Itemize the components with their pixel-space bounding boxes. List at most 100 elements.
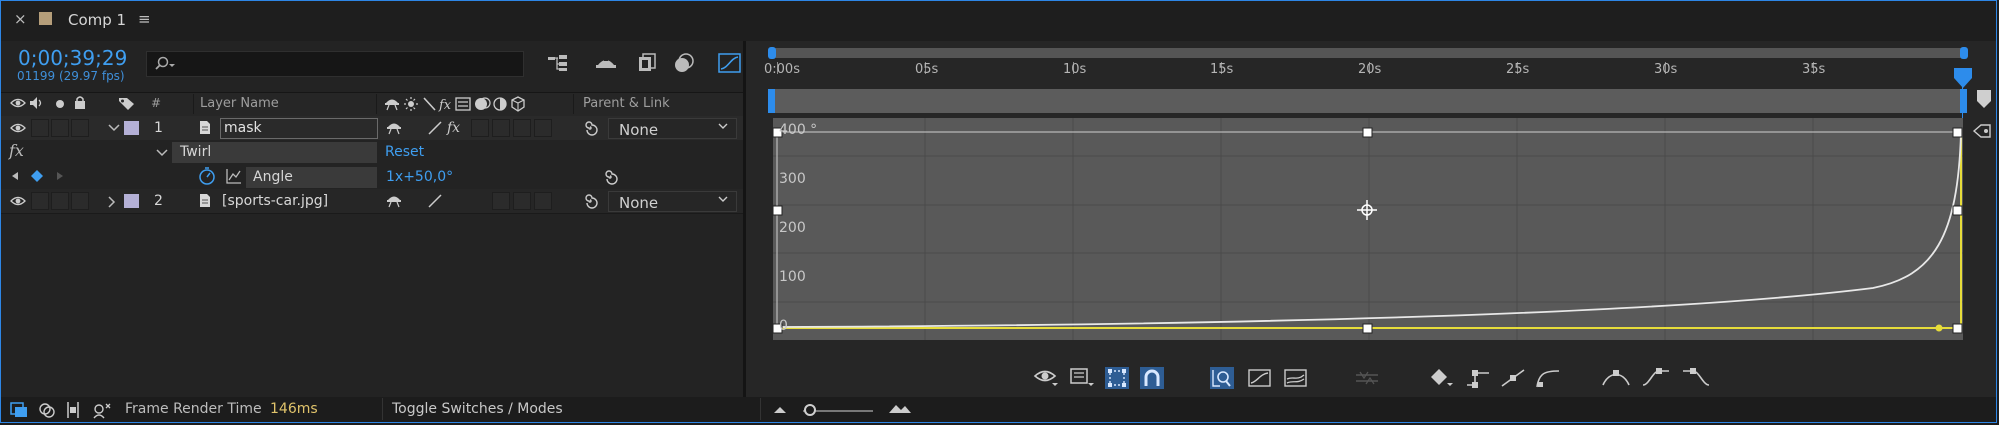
layer-2-file-icon	[200, 194, 210, 207]
layer-2-name[interactable]: [sports-car.jpg]	[222, 193, 328, 209]
layer-2-parent-dropdown[interactable]: None	[608, 191, 737, 212]
layer-1-shy-switch-icon[interactable]	[386, 120, 402, 136]
comp-flowchart-icon[interactable]	[547, 54, 569, 72]
layer-1-frame-blend-switch[interactable]	[471, 119, 489, 137]
fit-to-view-icon[interactable]	[1210, 367, 1234, 389]
effect-name: Twirl	[180, 144, 212, 160]
property-value[interactable]: 1x+50,0°	[386, 169, 453, 185]
layer-1-name-field[interactable]: mask	[220, 118, 378, 139]
fit-selection-icon[interactable]	[1247, 367, 1273, 389]
motion-blur-icon[interactable]	[672, 52, 696, 74]
transform-box-handle[interactable]	[1362, 127, 1373, 138]
work-area-bar[interactable]	[771, 89, 1965, 113]
layer-2-adjustment-switch[interactable]	[513, 192, 531, 210]
layer-2-audio-switch[interactable]	[31, 192, 49, 210]
easy-ease-in-icon[interactable]	[1641, 367, 1671, 389]
layer-switches-pane-icon[interactable]	[10, 402, 28, 418]
panel-menu-icon[interactable]: ≡	[138, 10, 151, 28]
graph-visibility-icon[interactable]	[226, 168, 242, 184]
shy-layers-icon[interactable]	[595, 53, 617, 73]
fit-all-graphs-icon[interactable]	[1283, 367, 1309, 389]
layer-1-lock-switch[interactable]	[71, 119, 89, 137]
layer-1-pick-whip-icon[interactable]	[582, 120, 598, 136]
frame-render-time-value: 146ms	[270, 401, 318, 417]
frame-blending-icon[interactable]	[636, 53, 658, 73]
effect-reset-link[interactable]: Reset	[385, 144, 424, 160]
layer-2-quality-switch-icon[interactable]	[427, 193, 443, 209]
layer-2-solo-switch[interactable]	[51, 192, 69, 210]
solo-header-icon[interactable]	[55, 99, 65, 109]
transform-box-handle[interactable]	[773, 205, 783, 216]
snapping-magnet-icon[interactable]	[1140, 367, 1164, 389]
value-graph[interactable]	[773, 118, 1963, 340]
keyframe-dot[interactable]	[1935, 324, 1943, 332]
layer-1-solo-switch[interactable]	[51, 119, 69, 137]
layer-1-label-color[interactable]	[124, 121, 139, 135]
edit-keyframe-icon[interactable]	[1430, 367, 1454, 389]
effect-collapse-chevron-icon[interactable]	[156, 149, 168, 157]
layer-1-audio-switch[interactable]	[31, 119, 49, 137]
next-keyframe-icon[interactable]	[56, 171, 64, 181]
comp-marker-bin-icon[interactable]	[1976, 89, 1992, 109]
auto-bezier-keyframe-icon[interactable]	[1535, 367, 1561, 389]
zoom-slider-thumb[interactable]	[804, 404, 816, 416]
layer-2-motion-blur-switch[interactable]	[492, 192, 510, 210]
transform-box-handle[interactable]	[1952, 323, 1963, 334]
linear-keyframe-icon[interactable]	[1500, 367, 1526, 389]
layer-2-label-color[interactable]	[124, 194, 139, 208]
column-layer-name-header[interactable]: Layer Name	[200, 96, 279, 111]
layer-2-pick-whip-icon[interactable]	[582, 193, 598, 209]
graph-options-icon[interactable]	[1069, 367, 1095, 387]
transform-box-handle[interactable]	[1952, 127, 1963, 138]
in-out-pane-icon[interactable]	[64, 401, 82, 419]
frame-info: 01199 (29.97 fps)	[17, 69, 125, 83]
layer-2-expand-chevron-icon[interactable]	[108, 196, 116, 208]
transform-box-handle[interactable]	[1952, 205, 1963, 216]
property-name-field[interactable]: Angle	[246, 167, 377, 188]
layer-search-input[interactable]	[146, 51, 524, 77]
audio-header-icon[interactable]	[29, 96, 45, 110]
add-keyframe-diamond-icon[interactable]	[31, 170, 43, 182]
show-properties-eye-icon[interactable]	[1033, 367, 1059, 387]
modes-pane-icon[interactable]	[38, 402, 56, 418]
layer-1-parent-dropdown[interactable]: None	[608, 118, 737, 139]
toggle-switches-modes-button[interactable]: Toggle Switches / Modes	[392, 401, 563, 417]
video-visibility-header-icon[interactable]	[10, 97, 26, 109]
label-header-icon[interactable]	[118, 96, 136, 111]
lock-header-icon[interactable]	[73, 95, 87, 110]
property-pick-whip-icon[interactable]	[602, 169, 618, 185]
current-time-indicator-head[interactable]	[1950, 66, 1976, 90]
layer-1-adjustment-switch[interactable]	[513, 119, 531, 137]
transform-box-icon[interactable]	[1105, 367, 1129, 389]
close-tab-button[interactable]: ×	[14, 10, 27, 28]
layer-1-quality-switch-icon[interactable]	[427, 120, 443, 136]
snap-icon[interactable]	[1972, 123, 1994, 139]
layer-1-visibility-icon[interactable]	[10, 122, 26, 134]
easy-ease-icon[interactable]	[1601, 367, 1631, 389]
zoom-out-mountain-icon[interactable]	[772, 404, 790, 414]
graph-y-label-100: 100	[779, 269, 806, 285]
stopwatch-icon[interactable]	[198, 167, 216, 186]
zoom-in-mountain-icon[interactable]	[888, 402, 912, 414]
transform-box-handle[interactable]	[1362, 323, 1373, 334]
layer-2-shy-switch-icon[interactable]	[386, 193, 402, 209]
current-timecode[interactable]: 0;00;39;29	[18, 46, 127, 70]
render-time-pane-icon[interactable]	[92, 401, 112, 419]
tab-title[interactable]: Comp 1	[68, 11, 126, 29]
effect-name-field[interactable]: Twirl	[172, 142, 377, 163]
column-number-header[interactable]: #	[151, 96, 161, 110]
layer-2-visibility-icon[interactable]	[10, 195, 26, 207]
graph-editor-toggle-icon[interactable]	[718, 52, 742, 74]
layer-1-3d-switch[interactable]	[534, 119, 552, 137]
column-parent-link-header[interactable]: Parent & Link	[583, 96, 670, 111]
hold-keyframe-icon[interactable]	[1465, 367, 1491, 389]
layer-2-3d-switch[interactable]	[534, 192, 552, 210]
layer-1-effect-switch-icon[interactable]: fx	[446, 119, 466, 135]
easy-ease-out-icon[interactable]	[1681, 367, 1711, 389]
work-area-start-handle[interactable]	[768, 89, 775, 113]
layer-2-lock-switch[interactable]	[71, 192, 89, 210]
previous-keyframe-icon[interactable]	[11, 171, 19, 181]
layer-1-collapse-chevron-icon[interactable]	[108, 124, 120, 132]
frame-render-time-label: Frame Render Time	[125, 401, 262, 417]
layer-1-motion-blur-switch[interactable]	[492, 119, 510, 137]
